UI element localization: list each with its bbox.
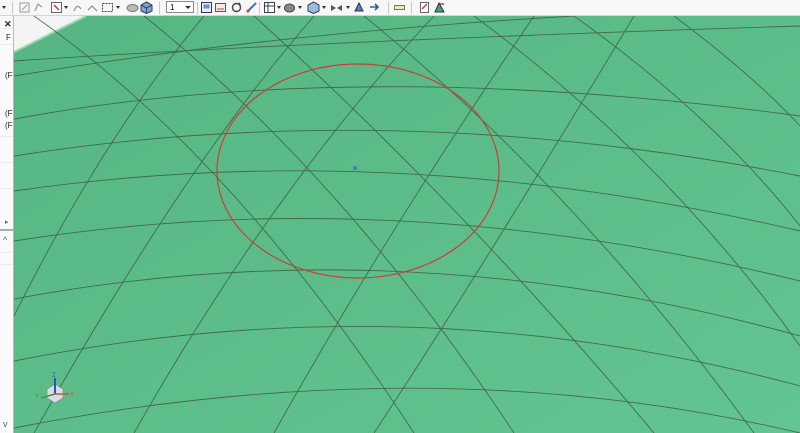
- render-dropdown-icon[interactable]: [277, 6, 281, 9]
- analysis-icon[interactable]: [353, 1, 366, 14]
- toolbar-separator: [159, 2, 160, 14]
- select-mode-icon[interactable]: [50, 1, 63, 14]
- arrow-dropdown-icon[interactable]: [2, 6, 6, 9]
- scroll-down-icon[interactable]: v: [3, 419, 8, 429]
- render-icon[interactable]: [263, 1, 276, 14]
- display-mode-dropdown-icon[interactable]: [298, 6, 302, 9]
- surface[interactable]: [14, 16, 800, 433]
- splitter[interactable]: [0, 229, 13, 231]
- view-3d-dropdown-icon[interactable]: [322, 6, 326, 9]
- toolbar-separator: [259, 2, 260, 14]
- divider: [0, 264, 13, 265]
- toolbar-separator: [12, 2, 13, 14]
- toolbar-separator: [388, 2, 389, 14]
- level-dropdown-value: 1: [170, 3, 175, 12]
- divider: [0, 44, 13, 45]
- view-back-icon[interactable]: [214, 1, 227, 14]
- box-select-icon[interactable]: [101, 1, 114, 14]
- import-icon[interactable]: [418, 1, 431, 14]
- rotate-view-icon[interactable]: [32, 1, 45, 14]
- 3d-viewport[interactable]: Z X Y: [14, 16, 800, 433]
- display-mode-icon[interactable]: [283, 1, 296, 14]
- z-axis-label: Z: [52, 373, 56, 379]
- x-axis-label: X: [70, 392, 74, 398]
- main-toolbar: 1: [0, 0, 800, 16]
- scroll-up-icon[interactable]: ^: [3, 235, 7, 245]
- level-dropdown[interactable]: 1: [166, 1, 194, 13]
- export-icon[interactable]: [433, 1, 446, 14]
- scroll-right-icon[interactable]: ▸: [5, 218, 9, 226]
- pan-icon[interactable]: [71, 1, 84, 14]
- navigate-icon[interactable]: [368, 1, 381, 14]
- select-dropdown-icon[interactable]: [64, 6, 68, 9]
- view-cube-icon[interactable]: [140, 1, 153, 14]
- chevron-down-icon: [185, 6, 191, 9]
- panel-item[interactable]: F: [6, 33, 11, 42]
- view-3d-icon[interactable]: [307, 1, 320, 14]
- left-panel: ✕ F (F (F (F ▸ ^ v: [0, 16, 14, 433]
- panel-item[interactable]: (F: [5, 121, 13, 130]
- panel-item[interactable]: (F: [5, 71, 13, 80]
- divider: [0, 162, 13, 163]
- divider: [0, 188, 13, 189]
- divider: [0, 252, 13, 253]
- box-select-dropdown-icon[interactable]: [116, 6, 120, 9]
- section-icon[interactable]: [330, 1, 343, 14]
- rotate-icon[interactable]: [86, 1, 99, 14]
- section-dropdown-icon[interactable]: [346, 6, 350, 9]
- center-point[interactable]: [353, 166, 357, 170]
- toolbar-separator: [411, 2, 412, 14]
- divider: [0, 28, 13, 29]
- viewport-canvas[interactable]: Z X Y: [14, 16, 800, 433]
- refresh-icon[interactable]: [230, 1, 243, 14]
- y-axis-label: Y: [35, 394, 39, 400]
- ruler-icon[interactable]: [393, 1, 406, 14]
- view-front-icon[interactable]: [200, 1, 213, 14]
- toolbar-separator: [197, 2, 198, 14]
- panel-item[interactable]: (F: [5, 109, 13, 118]
- shaded-icon[interactable]: [126, 1, 139, 14]
- divider: [0, 136, 13, 137]
- measure-icon[interactable]: [245, 1, 258, 14]
- fit-view-icon[interactable]: [18, 1, 31, 14]
